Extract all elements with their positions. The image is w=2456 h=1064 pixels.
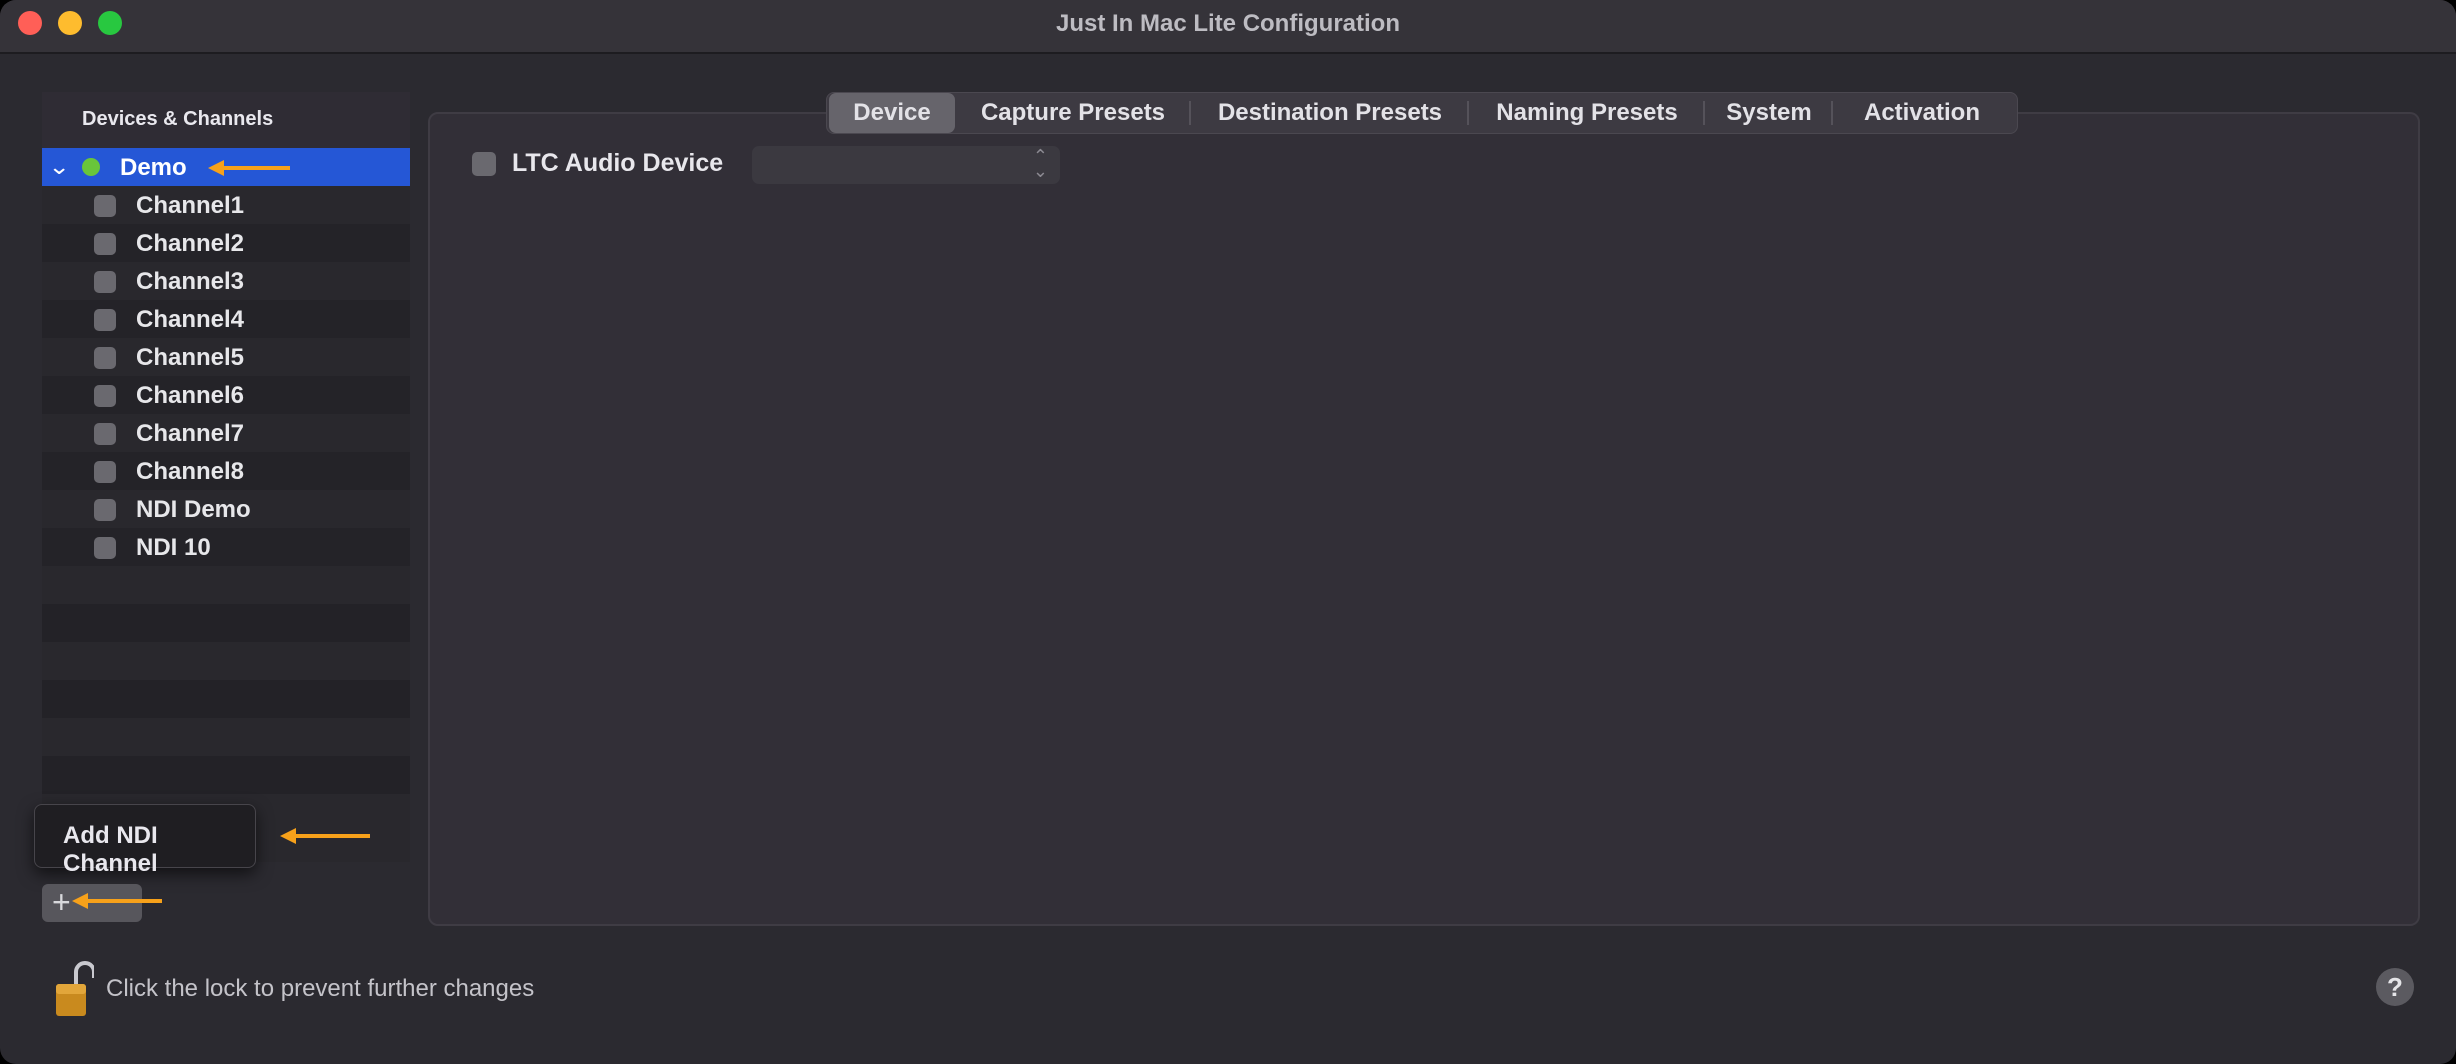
channel-checkbox[interactable] — [94, 385, 116, 407]
title-bar: Just In Mac Lite Configuration — [0, 0, 2456, 54]
tab-device[interactable]: Device — [829, 93, 955, 133]
add-ndi-channel-label: Add NDI Channel — [63, 822, 158, 877]
channel-rows: Channel1 Channel2 Channel3 Channel4 Chan… — [42, 186, 410, 832]
unlocked-padlock-icon[interactable] — [54, 960, 94, 1018]
channel-checkbox[interactable] — [94, 499, 116, 521]
annotation-arrow-icon — [208, 160, 290, 176]
list-item[interactable]: Channel2 — [42, 224, 410, 262]
device-label: Demo — [120, 154, 187, 181]
channel-checkbox[interactable] — [94, 195, 116, 217]
ltc-audio-device-label: LTC Audio Device — [512, 149, 724, 177]
channel-label: Channel2 — [136, 230, 245, 257]
channel-label: Channel6 — [136, 382, 245, 409]
channel-label: Channel5 — [136, 344, 245, 371]
channel-label: NDI Demo — [136, 496, 251, 523]
ltc-audio-device-select[interactable]: ⌃ ⌄ — [752, 146, 1060, 184]
channel-label: Channel8 — [136, 458, 245, 485]
status-dot-icon — [82, 158, 100, 176]
plus-icon: + — [52, 884, 71, 920]
sidebar-header: Devices & Channels — [42, 92, 410, 148]
channel-label: Channel7 — [136, 420, 245, 447]
tab-bar: Device Capture Presets Destination Prese… — [826, 92, 2018, 134]
list-item[interactable]: Channel4 — [42, 300, 410, 338]
channel-checkbox[interactable] — [94, 347, 116, 369]
add-ndi-channel-menu-item[interactable]: Add NDI Channel — [34, 804, 256, 877]
tab-capture-presets[interactable]: Capture Presets — [959, 93, 1187, 133]
list-item[interactable]: Channel3 — [42, 262, 410, 300]
channel-checkbox[interactable] — [94, 537, 116, 559]
list-item[interactable]: Channel8 — [42, 452, 410, 490]
help-button[interactable]: ? — [2376, 968, 2414, 1006]
channel-checkbox[interactable] — [94, 423, 116, 445]
devices-channels-list: Devices & Channels ⌄ Demo Channel1 Chann… — [42, 92, 410, 862]
tab-divider — [1189, 101, 1191, 125]
channel-label: Channel1 — [136, 192, 245, 219]
tab-divider — [1831, 101, 1833, 125]
list-item[interactable]: NDI Demo — [42, 490, 410, 528]
updown-chevron-icon: ⌃ ⌄ — [1032, 146, 1048, 181]
tab-naming-presets[interactable]: Naming Presets — [1471, 93, 1703, 133]
empty-row — [42, 566, 410, 604]
channel-label: Channel4 — [136, 306, 245, 333]
tab-activation[interactable]: Activation — [1835, 93, 2009, 133]
empty-row — [42, 604, 410, 642]
annotation-arrow-icon — [72, 893, 162, 909]
chevron-down-icon[interactable]: ⌄ — [48, 154, 70, 180]
list-item[interactable]: Channel6 — [42, 376, 410, 414]
list-item[interactable]: NDI 10 — [42, 528, 410, 566]
channel-checkbox[interactable] — [94, 309, 116, 331]
empty-row — [42, 642, 410, 680]
tab-divider — [1703, 101, 1705, 125]
channel-label: NDI 10 — [136, 534, 211, 561]
channel-checkbox[interactable] — [94, 233, 116, 255]
empty-row — [42, 718, 410, 756]
empty-row — [42, 756, 410, 794]
channel-checkbox[interactable] — [94, 461, 116, 483]
list-item[interactable]: Channel1 — [42, 186, 410, 224]
tab-system[interactable]: System — [1707, 93, 1831, 133]
window-title: Just In Mac Lite Configuration — [1055, 10, 1400, 37]
app-window: Just In Mac Lite Configuration Devices &… — [0, 0, 2456, 1064]
annotation-arrow-icon — [280, 828, 370, 844]
lock-hint-text: Click the lock to prevent further change… — [106, 975, 535, 1002]
sidebar-header-label: Devices & Channels — [82, 108, 274, 130]
empty-row — [42, 680, 410, 718]
tab-destination-presets[interactable]: Destination Presets — [1193, 93, 1467, 133]
channel-label: Channel3 — [136, 268, 245, 295]
channel-checkbox[interactable] — [94, 271, 116, 293]
tab-divider — [1467, 101, 1469, 125]
settings-panel — [428, 112, 2420, 926]
list-item[interactable]: Channel7 — [42, 414, 410, 452]
ltc-audio-device-checkbox[interactable] — [472, 152, 496, 176]
list-item[interactable]: Channel5 — [42, 338, 410, 376]
